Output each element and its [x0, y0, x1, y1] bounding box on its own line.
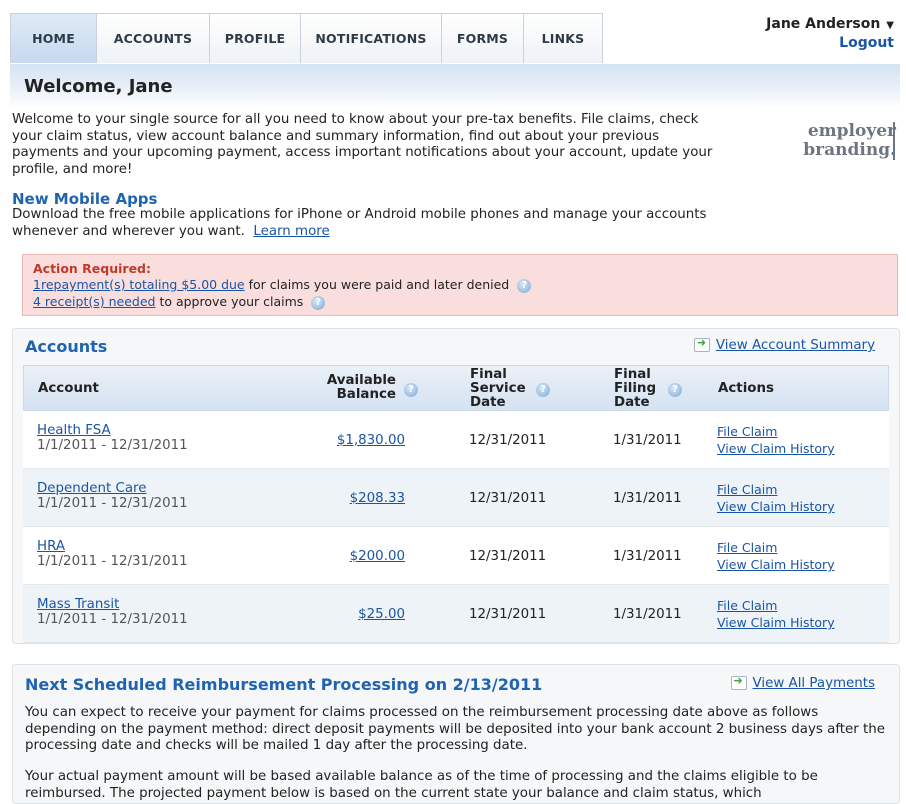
user-menu-toggle[interactable]: Jane Anderson ▼: [766, 16, 894, 32]
accounts-table: Account Available Balance ? Final Servic…: [23, 365, 889, 643]
final-service-date: 12/31/2011: [469, 549, 547, 564]
final-service-date: 12/31/2011: [469, 607, 547, 622]
action-required-title: Action Required:: [33, 261, 152, 276]
action-required-alert: Action Required: 1repayment(s) totaling …: [22, 254, 898, 316]
mobile-apps-text: Download the free mobile applications fo…: [12, 207, 712, 240]
file-claim-link[interactable]: File Claim: [717, 539, 835, 556]
tab-notifications[interactable]: NOTIFICATIONS: [301, 14, 442, 63]
green-arrow-icon[interactable]: [730, 674, 747, 690]
caret-down-icon[interactable]: ▼: [886, 20, 894, 31]
available-balance-link[interactable]: $1,830.00: [325, 433, 405, 448]
actions-cell: File Claim View Claim History: [717, 423, 835, 457]
available-balance-link[interactable]: $200.00: [325, 549, 405, 564]
final-filing-date: 1/31/2011: [613, 491, 682, 506]
view-all-payments-link[interactable]: View All Payments: [753, 676, 876, 691]
account-name-link[interactable]: Mass Transit: [37, 597, 119, 612]
repayment-text: for claims you were paid and later denie…: [244, 277, 510, 292]
view-all-payments[interactable]: View All Payments: [730, 674, 876, 691]
tab-links[interactable]: LINKS: [524, 14, 602, 63]
receipts-text: to approve your claims: [155, 294, 304, 309]
account-cell: Mass Transit 1/1/2011 - 12/31/2011: [37, 597, 188, 627]
table-header: Account Available Balance ? Final Servic…: [23, 365, 889, 411]
table-row: HRA 1/1/2011 - 12/31/2011 $200.00 12/31/…: [23, 527, 889, 585]
account-cell: HRA 1/1/2011 - 12/31/2011: [37, 539, 188, 569]
payment-amount-info-text: Your actual payment amount will be based…: [25, 769, 818, 801]
action-line-receipts: 4 receipt(s) needed to approve your clai…: [33, 293, 887, 310]
question-help-icon[interactable]: ?: [311, 295, 326, 310]
available-balance-link[interactable]: $25.00: [325, 607, 405, 622]
question-help-icon[interactable]: ?: [404, 383, 418, 397]
accounts-panel: Accounts View Account Summary Account Av…: [12, 328, 900, 644]
green-arrow-icon[interactable]: [693, 336, 710, 352]
mobile-apps-title: New Mobile Apps: [12, 190, 158, 208]
branding-line-2: branding: [803, 140, 891, 160]
view-claim-history-link[interactable]: View Claim History: [717, 498, 835, 515]
file-claim-link[interactable]: File Claim: [717, 481, 835, 498]
user-menu: Jane Anderson ▼ Logout: [766, 16, 894, 51]
available-balance-link[interactable]: $208.33: [325, 491, 405, 506]
learn-more-link[interactable]: Learn more: [253, 224, 329, 239]
table-row: Mass Transit 1/1/2011 - 12/31/2011 $25.0…: [23, 585, 889, 643]
action-line-repayment: 1repayment(s) totaling $5.00 due for cla…: [33, 276, 887, 293]
final-filing-date: 1/31/2011: [613, 607, 682, 622]
view-claim-history-link[interactable]: View Claim History: [717, 556, 835, 573]
account-period: 1/1/2011 - 12/31/2011: [37, 612, 188, 627]
question-help-icon[interactable]: ?: [517, 278, 532, 293]
final-filing-date: 1/31/2011: [613, 549, 682, 564]
tab-forms[interactable]: FORMS: [442, 14, 524, 63]
page-title: Welcome, Jane: [24, 76, 173, 97]
actions-cell: File Claim View Claim History: [717, 539, 835, 573]
account-name-link[interactable]: HRA: [37, 539, 65, 554]
receipts-link[interactable]: 4 receipt(s) needed: [33, 294, 155, 309]
tab-accounts[interactable]: ACCOUNTS: [97, 14, 210, 63]
table-row: Dependent Care 1/1/2011 - 12/31/2011 $20…: [23, 469, 889, 527]
main-tabs: HOME ACCOUNTS PROFILE NOTIFICATIONS FORM…: [10, 13, 603, 63]
header-actions: Actions: [718, 381, 774, 396]
top-navigation: HOME ACCOUNTS PROFILE NOTIFICATIONS FORM…: [10, 10, 900, 64]
repayment-link[interactable]: 1repayment(s) totaling $5.00 due: [33, 277, 245, 292]
mobile-apps-description: Download the free mobile applications fo…: [12, 207, 707, 239]
employer-branding-logo: employer branding.: [780, 122, 896, 160]
user-name[interactable]: Jane Anderson: [766, 16, 880, 32]
account-name-link[interactable]: Dependent Care: [37, 481, 147, 496]
account-period: 1/1/2011 - 12/31/2011: [37, 496, 188, 511]
branding-line-2-wrap: branding.: [780, 141, 896, 160]
account-period: 1/1/2011 - 12/31/2011: [37, 554, 188, 569]
header-final-service-date: Final Service Date: [470, 367, 526, 410]
file-claim-link[interactable]: File Claim: [717, 597, 835, 614]
branding-line-1: employer: [807, 121, 896, 141]
logout-link[interactable]: Logout: [766, 35, 894, 51]
header-account: Account: [38, 381, 99, 396]
header-available-balance: Available Balance: [326, 373, 396, 402]
question-help-icon[interactable]: ?: [536, 383, 550, 397]
actions-cell: File Claim View Claim History: [717, 481, 835, 515]
table-row: Health FSA 1/1/2011 - 12/31/2011 $1,830.…: [23, 411, 889, 469]
branding-divider: [893, 122, 895, 160]
final-service-date: 12/31/2011: [469, 491, 547, 506]
tab-profile[interactable]: PROFILE: [210, 14, 301, 63]
final-filing-date: 1/31/2011: [613, 433, 682, 448]
question-help-icon[interactable]: ?: [668, 383, 682, 397]
account-cell: Dependent Care 1/1/2011 - 12/31/2011: [37, 481, 188, 511]
account-period: 1/1/2011 - 12/31/2011: [37, 438, 188, 453]
next-reimbursement-panel: Next Scheduled Reimbursement Processing …: [12, 664, 900, 804]
view-account-summary[interactable]: View Account Summary: [693, 336, 875, 353]
account-cell: Health FSA 1/1/2011 - 12/31/2011: [37, 423, 188, 453]
reimbursement-info-text: You can expect to receive your payment f…: [25, 705, 886, 753]
welcome-intro-text: Welcome to your single source for all yo…: [12, 112, 713, 177]
view-account-summary-link[interactable]: View Account Summary: [716, 338, 875, 353]
final-service-date: 12/31/2011: [469, 433, 547, 448]
next-reimbursement-title: Next Scheduled Reimbursement Processing …: [25, 675, 543, 694]
accounts-title: Accounts: [25, 337, 108, 356]
header-final-filing-date: Final Filing Date: [614, 367, 657, 410]
file-claim-link[interactable]: File Claim: [717, 423, 835, 440]
tab-home[interactable]: HOME: [11, 14, 97, 63]
actions-cell: File Claim View Claim History: [717, 597, 835, 631]
view-claim-history-link[interactable]: View Claim History: [717, 440, 835, 457]
welcome-header: Welcome, Jane: [10, 64, 900, 108]
view-claim-history-link[interactable]: View Claim History: [717, 614, 835, 631]
account-name-link[interactable]: Health FSA: [37, 423, 111, 438]
